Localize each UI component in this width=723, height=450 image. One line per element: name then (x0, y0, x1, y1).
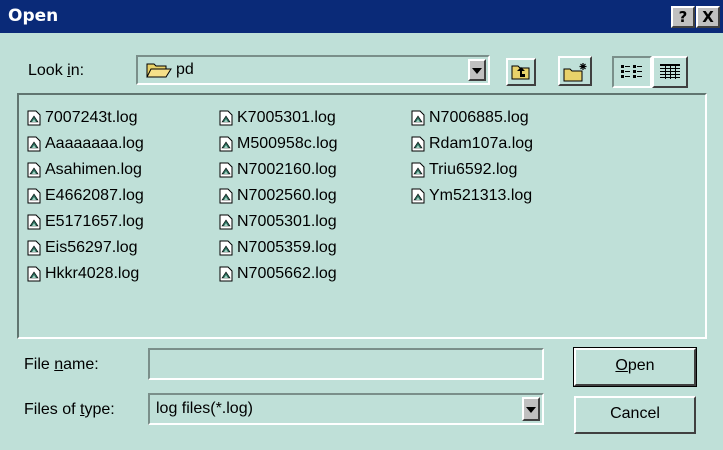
folder-open-icon (146, 63, 172, 78)
file-list-item[interactable]: Rdam107a.log (411, 131, 533, 157)
file-list-item[interactable]: K7005301.log (219, 105, 338, 131)
cancel-button[interactable]: Cancel (574, 396, 696, 434)
file-type-value: log files(*.log) (156, 400, 253, 417)
close-button[interactable]: X (696, 6, 720, 28)
file-name-text: Triu6592.log (429, 161, 518, 178)
log-file-icon (411, 188, 425, 204)
file-name-text: N7002560.log (237, 187, 337, 204)
list-view-button[interactable] (612, 56, 652, 88)
file-column-3: N7006885.log Rdam107a.log Triu6592.log Ym52… (411, 105, 533, 209)
file-list-item[interactable]: N7006885.log (411, 105, 533, 131)
file-list-item[interactable]: Hkkr4028.log (27, 261, 144, 287)
log-file-icon (219, 162, 233, 178)
file-name-text: K7005301.log (237, 109, 336, 126)
file-column-1: 7007243t.log Aaaaaaaa.log Asahimen.log E466… (27, 105, 144, 287)
file-name-field[interactable] (148, 348, 544, 380)
log-file-icon (27, 240, 41, 256)
up-one-level-button[interactable] (506, 58, 536, 86)
details-view-icon (660, 64, 680, 79)
file-name-text: Ym521313.log (429, 187, 533, 204)
file-list-item[interactable]: Eis56297.log (27, 235, 144, 261)
log-file-icon (219, 266, 233, 282)
window-title: Open (8, 6, 59, 26)
file-list-item[interactable]: M500958c.log (219, 131, 338, 157)
log-file-icon (219, 214, 233, 230)
log-file-icon (27, 214, 41, 230)
file-name-text: 7007243t.log (45, 109, 138, 126)
file-name-text: N7005359.log (237, 239, 337, 256)
file-name-label: File name: (24, 356, 99, 373)
log-file-icon (411, 136, 425, 152)
file-list-item[interactable]: Ym521313.log (411, 183, 533, 209)
file-name-text: E5171657.log (45, 213, 144, 230)
file-list-item[interactable]: Triu6592.log (411, 157, 533, 183)
file-list-item[interactable]: N7005662.log (219, 261, 338, 287)
log-file-icon (219, 240, 233, 256)
file-type-dropdown-button[interactable] (522, 397, 540, 421)
log-file-icon (411, 162, 425, 178)
look-in-value: pd (176, 61, 194, 78)
look-in-dropdown[interactable]: pd (136, 55, 490, 85)
title-bar: Open ? X (0, 0, 723, 33)
file-name-text: Eis56297.log (45, 239, 138, 256)
file-name-text: N7005301.log (237, 213, 337, 230)
details-view-button[interactable] (652, 56, 688, 88)
look-in-label: Look in: (28, 62, 85, 79)
file-list-item[interactable]: E5171657.log (27, 209, 144, 235)
log-file-icon (411, 110, 425, 126)
file-list-item[interactable]: Asahimen.log (27, 157, 144, 183)
look-in-dropdown-button[interactable] (468, 59, 486, 81)
file-list-item[interactable]: N7005301.log (219, 209, 338, 235)
file-name-text: Rdam107a.log (429, 135, 534, 152)
file-name-text: Hkkr4028.log (45, 265, 140, 282)
log-file-icon (27, 188, 41, 204)
create-new-folder-button[interactable] (558, 56, 592, 86)
file-list-item[interactable]: E4662087.log (27, 183, 144, 209)
file-list-item[interactable]: N7002560.log (219, 183, 338, 209)
file-list-item[interactable]: N7005359.log (219, 235, 338, 261)
up-folder-icon (511, 65, 530, 80)
file-name-text: N7006885.log (429, 109, 529, 126)
file-type-label: Files of type: (24, 401, 115, 418)
log-file-icon (219, 110, 233, 126)
file-name-text: E4662087.log (45, 187, 144, 204)
file-list-item[interactable]: Aaaaaaaa.log (27, 131, 144, 157)
chevron-down-icon (526, 407, 536, 413)
file-name-text: Asahimen.log (45, 161, 142, 178)
file-list-item[interactable]: N7002160.log (219, 157, 338, 183)
chevron-down-icon (472, 68, 482, 74)
file-column-2: K7005301.log M500958c.log N7002160.log N700… (219, 105, 338, 287)
log-file-icon (27, 136, 41, 152)
log-file-icon (27, 266, 41, 282)
file-name-text: N7002160.log (237, 161, 337, 178)
file-name-text: M500958c.log (237, 135, 338, 152)
file-type-dropdown[interactable]: log files(*.log) (148, 393, 544, 425)
file-name-text: Aaaaaaaa.log (45, 135, 144, 152)
new-folder-icon (563, 63, 587, 82)
file-list[interactable]: 7007243t.log Aaaaaaaa.log Asahimen.log E466… (17, 93, 707, 339)
open-button[interactable]: Open (573, 347, 697, 387)
list-view-icon (621, 65, 642, 78)
file-name-text: N7005662.log (237, 265, 337, 282)
log-file-icon (219, 136, 233, 152)
file-list-item[interactable]: 7007243t.log (27, 105, 144, 131)
help-button[interactable]: ? (671, 6, 695, 28)
log-file-icon (27, 110, 41, 126)
log-file-icon (219, 188, 233, 204)
log-file-icon (27, 162, 41, 178)
